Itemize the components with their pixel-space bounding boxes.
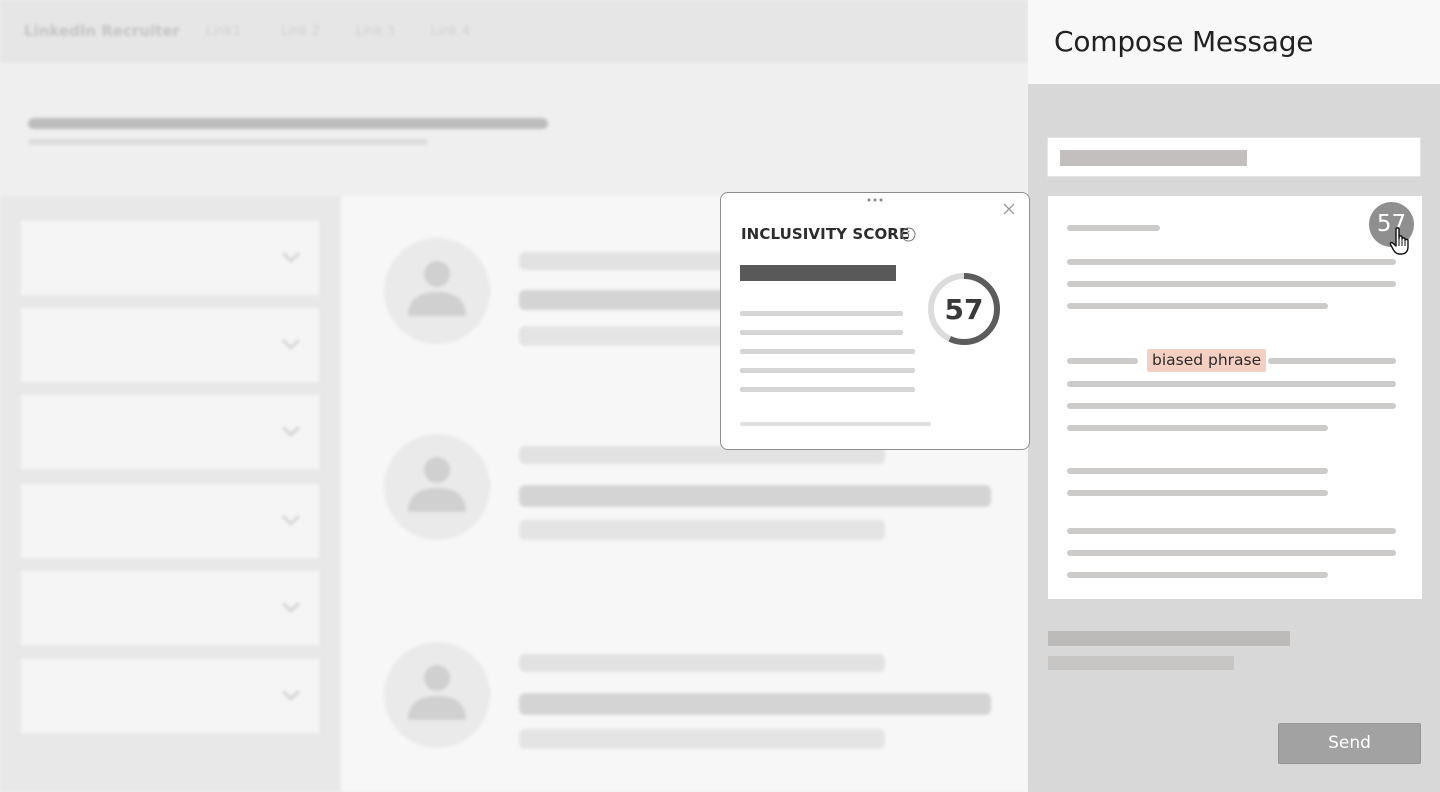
text-line — [1067, 468, 1328, 474]
signature-line-placeholder — [1048, 656, 1234, 670]
filter-card[interactable] — [20, 658, 320, 734]
popup-footer-line — [740, 422, 931, 426]
candidate-avatar[interactable] — [384, 434, 490, 540]
info-icon[interactable] — [901, 227, 916, 242]
filter-card[interactable] — [20, 307, 320, 383]
text-line — [1067, 550, 1396, 556]
popup-title: INCLUSIVITY SCORE — [741, 225, 910, 243]
popup-text-line — [740, 311, 903, 316]
person-icon — [408, 665, 466, 720]
biased-phrase-highlight[interactable]: biased phrase — [1147, 349, 1267, 372]
candidate-title-placeholder — [519, 485, 991, 507]
score-value: 57 — [944, 293, 984, 326]
chevron-down-icon — [282, 602, 300, 613]
candidate-avatar[interactable] — [384, 642, 490, 748]
text-line — [1067, 259, 1396, 265]
brand-logo-text: LinkedIn Recruiter — [24, 22, 180, 40]
popup-text-line — [740, 349, 915, 354]
message-body-editor[interactable]: biased phrase 57 — [1048, 196, 1422, 599]
nav-link-3[interactable]: Link 3 — [356, 24, 395, 39]
text-line — [1268, 358, 1396, 364]
chevron-down-icon — [282, 426, 300, 437]
subject-placeholder — [1060, 150, 1247, 166]
text-line — [1067, 425, 1328, 431]
send-button[interactable]: Send — [1278, 723, 1421, 764]
inclusivity-score-popup: INCLUSIVITY SCORE 57 — [720, 192, 1030, 450]
text-line — [1067, 358, 1138, 364]
compose-header: Compose Message — [1028, 0, 1440, 84]
person-icon — [408, 457, 466, 512]
top-nav-bar: LinkedIn Recruiter Link1 Link 2 Link 3 L… — [0, 0, 1028, 62]
text-line — [1067, 225, 1160, 231]
text-line — [1067, 572, 1328, 578]
popup-text-line — [740, 387, 915, 392]
candidate-meta-placeholder — [519, 729, 885, 749]
chevron-down-icon — [282, 690, 300, 701]
drag-handle-icon[interactable] — [866, 197, 884, 203]
chevron-down-icon — [282, 252, 300, 263]
signature-line-placeholder — [1048, 631, 1290, 646]
page-heading-placeholder — [28, 118, 548, 129]
chevron-down-icon — [282, 515, 300, 526]
nav-link-2[interactable]: Link 2 — [281, 24, 320, 39]
text-line — [1067, 281, 1396, 287]
chevron-down-icon — [282, 339, 300, 350]
close-icon[interactable] — [1002, 202, 1016, 216]
subject-input[interactable] — [1047, 137, 1421, 177]
compose-panel: Compose Message biased phrase 57 Send — [1028, 0, 1440, 792]
page-subheading-placeholder — [28, 139, 428, 145]
candidate-meta-placeholder — [519, 520, 885, 540]
popup-text-line — [740, 330, 903, 335]
text-line — [1067, 528, 1396, 534]
popup-heading-placeholder — [740, 265, 896, 281]
filter-card[interactable] — [20, 570, 320, 646]
text-line — [1067, 381, 1396, 387]
popup-text-line — [740, 368, 915, 373]
filter-card[interactable] — [20, 394, 320, 470]
text-line — [1067, 303, 1328, 309]
text-line — [1067, 490, 1328, 496]
filter-card[interactable] — [20, 220, 320, 296]
compose-title: Compose Message — [1054, 25, 1314, 58]
nav-link-1[interactable]: Link1 — [206, 24, 241, 39]
candidate-name-placeholder — [519, 654, 885, 672]
nav-link-4[interactable]: Link 4 — [431, 24, 470, 39]
hand-pointer-icon — [1389, 227, 1409, 255]
candidate-title-placeholder — [519, 693, 991, 715]
candidate-avatar[interactable] — [384, 238, 490, 344]
filter-card[interactable] — [20, 483, 320, 559]
filter-sidebar — [0, 196, 340, 792]
person-icon — [408, 261, 466, 316]
text-line — [1067, 403, 1396, 409]
